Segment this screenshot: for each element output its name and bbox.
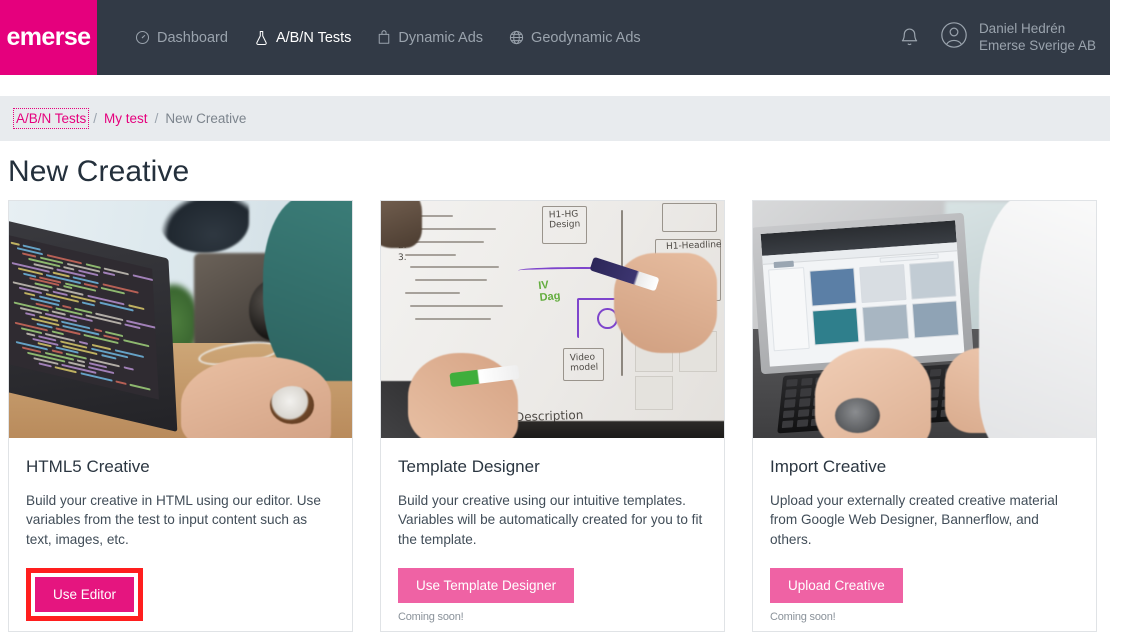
coming-soon-note: Coming soon! xyxy=(770,611,836,624)
highlight-annotation-box: Use Editor xyxy=(26,567,144,622)
card-image-import-creative xyxy=(753,201,1096,438)
user-account-menu[interactable]: Daniel Hedrén Emerse Sverige AB xyxy=(939,20,1096,55)
nav-item-dashboard[interactable]: Dashboard xyxy=(122,30,241,46)
globe-icon xyxy=(509,30,524,45)
nav-item-label: Dashboard xyxy=(157,29,228,46)
nav-right-actions: Daniel Hedrén Emerse Sverige AB xyxy=(898,0,1110,75)
card-html5-creative: HTML5 Creative Build your creative in HT… xyxy=(8,200,353,632)
nav-item-label: Dynamic Ads xyxy=(398,29,484,46)
card-title: Import Creative xyxy=(770,457,887,476)
card-title: Template Designer xyxy=(398,457,540,476)
card-body: HTML5 Creative Build your creative in HT… xyxy=(9,438,352,631)
primary-nav: Dashboard A/B/N Tests Dynamic Ads Geodyn… xyxy=(122,0,654,75)
card-description: Upload your externally created creative … xyxy=(770,493,1058,547)
emerse-logo[interactable]: emerse xyxy=(0,0,97,75)
nav-item-geodynamic-ads[interactable]: Geodynamic Ads xyxy=(496,30,654,46)
use-template-designer-button[interactable]: Use Template Designer xyxy=(398,567,575,604)
nav-item-dynamic-ads[interactable]: Dynamic Ads xyxy=(364,30,496,46)
card-template-designer: 1.2.3.H1-HGDesignH1-HeadlineVideomodelDe… xyxy=(380,200,725,632)
bell-icon[interactable] xyxy=(898,26,921,50)
nav-item-label: A/B/N Tests xyxy=(275,29,352,46)
user-company: Emerse Sverige AB xyxy=(978,37,1096,53)
nav-item-abn-tests[interactable]: A/B/N Tests xyxy=(241,30,364,46)
breadcrumb-item-new-creative: New Creative xyxy=(165,111,247,126)
user-name: Daniel Hedrén xyxy=(978,20,1066,36)
logo-text: emerse xyxy=(6,23,92,51)
card-description: Build your creative in HTML using our ed… xyxy=(26,493,321,547)
user-identity: Daniel Hedrén Emerse Sverige AB xyxy=(979,21,1096,55)
breadcrumb-separator: / xyxy=(154,111,159,126)
card-description: Build your creative using our intuitive … xyxy=(398,493,703,547)
creative-type-cards: HTML5 Creative Build your creative in HT… xyxy=(8,200,1114,632)
card-import-creative: Import Creative Upload your externally c… xyxy=(752,200,1097,632)
breadcrumb-separator: / xyxy=(93,111,98,126)
card-body: Template Designer Build your creative us… xyxy=(381,438,724,631)
user-circle-icon xyxy=(939,20,969,55)
upload-creative-button[interactable]: Upload Creative xyxy=(770,567,903,604)
flask-icon xyxy=(254,30,269,46)
breadcrumb: A/B/N Tests / My test / New Creative xyxy=(0,96,1110,141)
nav-item-label: Geodynamic Ads xyxy=(531,29,641,46)
use-editor-button[interactable]: Use Editor xyxy=(35,576,135,613)
card-title: HTML5 Creative xyxy=(26,457,150,476)
bag-icon xyxy=(377,30,391,45)
gauge-icon xyxy=(135,30,150,45)
breadcrumb-item-my-test[interactable]: My test xyxy=(104,111,148,126)
card-image-html5-creative xyxy=(9,201,352,438)
coming-soon-note: Coming soon! xyxy=(398,611,464,624)
page-title: New Creative xyxy=(8,155,190,188)
card-image-template-designer: 1.2.3.H1-HGDesignH1-HeadlineVideomodelDe… xyxy=(381,201,724,438)
top-navigation-bar: emerse Dashboard A/B/N Tests Dynamic Ads… xyxy=(0,0,1110,75)
card-body: Import Creative Upload your externally c… xyxy=(753,438,1096,631)
breadcrumb-item-abn-tests[interactable]: A/B/N Tests xyxy=(12,108,90,129)
